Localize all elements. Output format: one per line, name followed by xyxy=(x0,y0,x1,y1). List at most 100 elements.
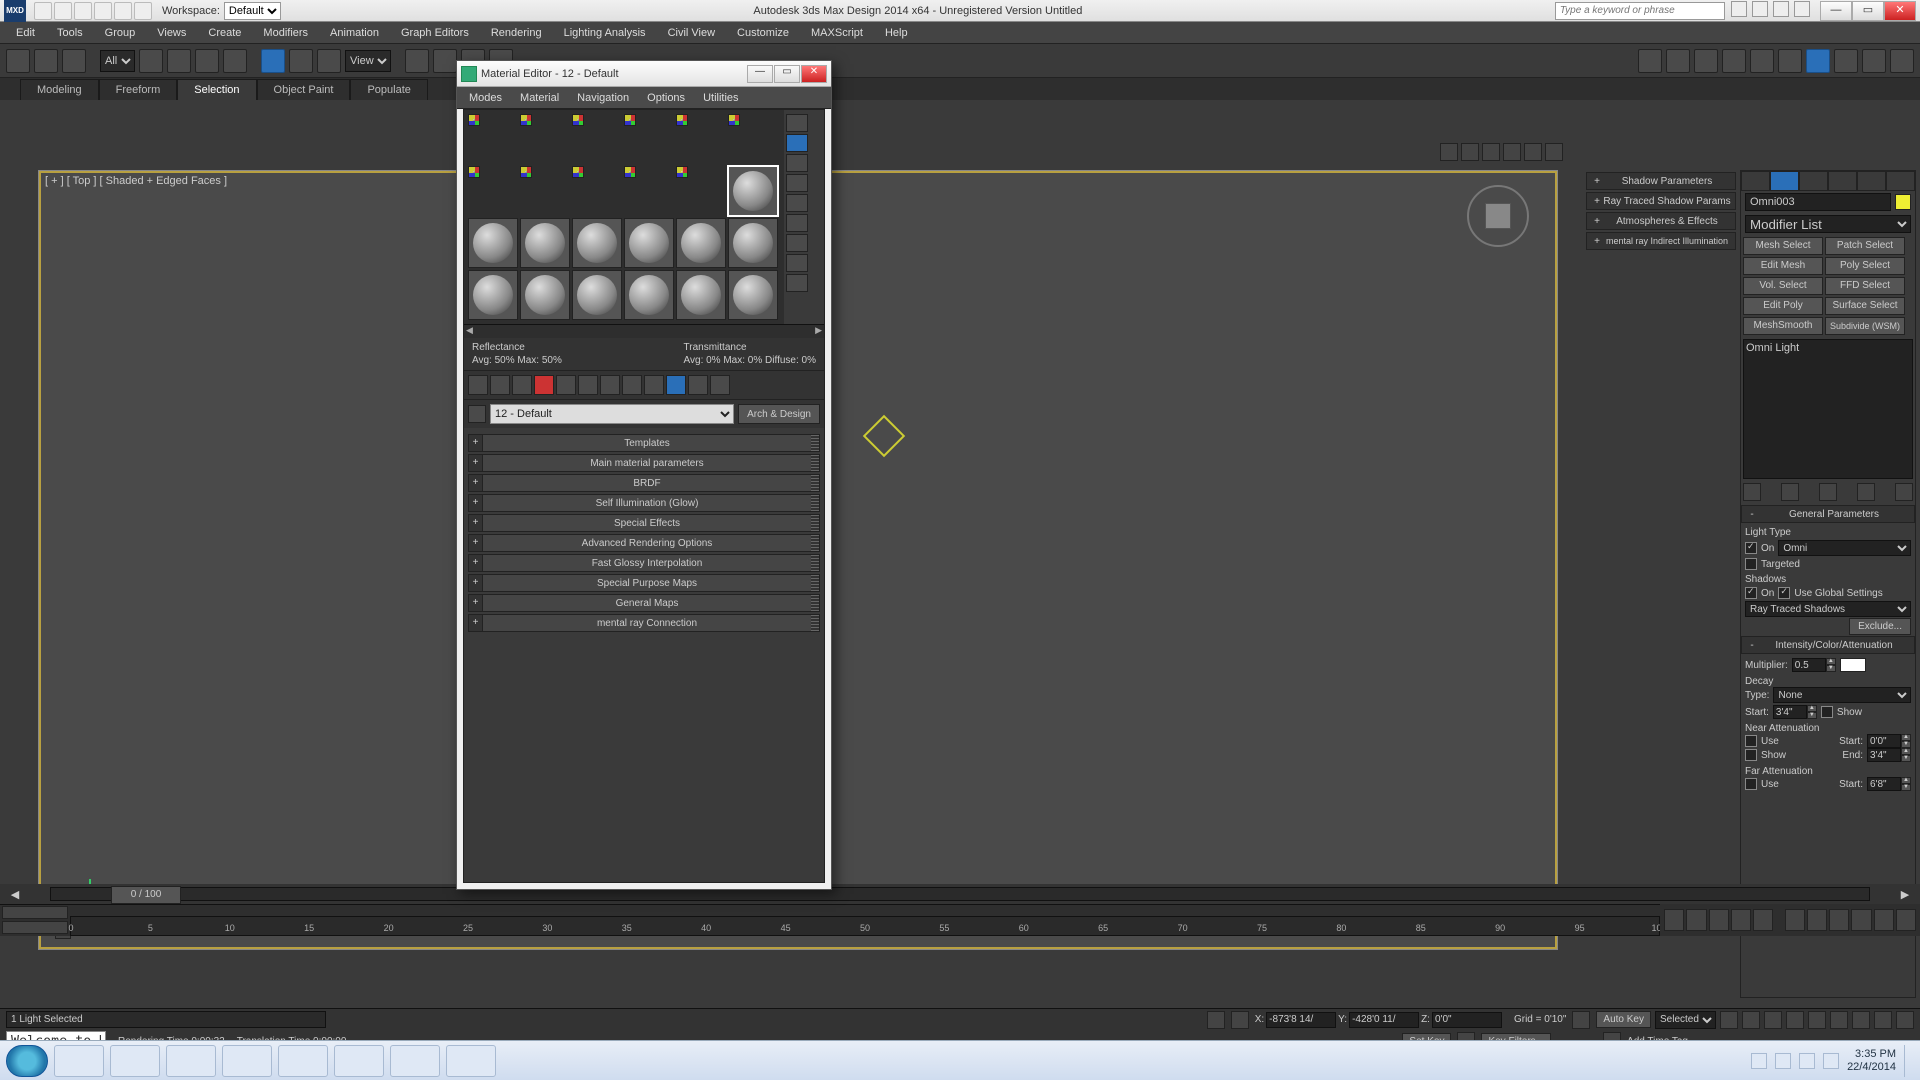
undo-icon[interactable] xyxy=(6,49,30,73)
vp-grid-icon[interactable] xyxy=(1524,143,1542,161)
expand-icon[interactable]: + xyxy=(469,495,483,511)
rollout-general-params[interactable]: -General Parameters xyxy=(1741,505,1915,523)
mat-slot-9[interactable] xyxy=(572,166,584,178)
autokey-button[interactable]: Auto Key xyxy=(1596,1011,1651,1028)
workspace-dropdown[interactable]: Default xyxy=(224,2,281,20)
light-type-dropdown[interactable]: Omni xyxy=(1778,540,1911,556)
link-icon[interactable] xyxy=(62,49,86,73)
mat-slot-4[interactable] xyxy=(624,114,636,126)
mat-slot-5[interactable] xyxy=(676,114,688,126)
rollout-intensity[interactable]: -Intensity/Color/Attenuation xyxy=(1741,636,1915,654)
nav-orbit-icon[interactable] xyxy=(1874,909,1894,931)
material-type-button[interactable]: Arch & Design xyxy=(738,404,820,424)
next-frame-icon[interactable] xyxy=(1731,909,1751,931)
make-copy-icon[interactable] xyxy=(556,375,576,395)
mod-vol-select[interactable]: Vol. Select xyxy=(1743,277,1823,295)
mod-subdivide[interactable]: Subdivide (WSM) xyxy=(1825,317,1905,335)
time-slider-track[interactable]: 0 / 100 xyxy=(50,887,1870,901)
menu-help[interactable]: Help xyxy=(875,25,918,41)
show-end-result-icon[interactable] xyxy=(666,375,686,395)
mat-slot-19[interactable] xyxy=(468,270,518,320)
shadows-on-checkbox[interactable] xyxy=(1745,587,1757,599)
remove-mod-icon[interactable] xyxy=(1857,483,1875,501)
menu-views[interactable]: Views xyxy=(147,25,196,41)
mat-slot-1[interactable] xyxy=(468,114,480,126)
help-search-input[interactable] xyxy=(1555,2,1725,20)
ref-coord-dropdown[interactable]: View xyxy=(345,50,391,72)
me-rollout-main-material-parameters[interactable]: +Main material parameters xyxy=(468,454,820,472)
me-menu-utilities[interactable]: Utilities xyxy=(695,90,746,106)
pick-material-icon[interactable] xyxy=(468,405,486,423)
rollout-raytraced-shadow[interactable]: +Ray Traced Shadow Params xyxy=(1586,192,1736,210)
me-rollout-special-effects[interactable]: +Special Effects xyxy=(468,514,820,532)
mirror-icon[interactable] xyxy=(1638,49,1662,73)
decay-start-spinner[interactable]: ▲▼ xyxy=(1773,705,1817,719)
favorite-icon[interactable] xyxy=(1773,1,1789,17)
taskbar-skype-icon[interactable] xyxy=(222,1045,272,1077)
play-prev-icon[interactable] xyxy=(1742,1011,1760,1029)
tab-selection[interactable]: Selection xyxy=(177,79,256,100)
qat-save-icon[interactable] xyxy=(74,2,92,20)
exchange-icon[interactable] xyxy=(1752,1,1768,17)
mat-slot-20[interactable] xyxy=(520,270,570,320)
light-on-checkbox[interactable] xyxy=(1745,542,1757,554)
schematic-icon[interactable] xyxy=(1750,49,1774,73)
material-name-dropdown[interactable]: 12 - Default xyxy=(490,404,734,424)
me-menu-navigation[interactable]: Navigation xyxy=(569,90,637,106)
tray-clock[interactable]: 3:35 PM 22/4/2014 xyxy=(1847,1048,1896,1074)
make-preview-icon[interactable] xyxy=(786,214,808,232)
minimize-button[interactable]: — xyxy=(1820,1,1852,21)
taskbar-3dsmax-icon[interactable] xyxy=(278,1045,328,1077)
menu-lighting-analysis[interactable]: Lighting Analysis xyxy=(554,25,656,41)
me-rollout-templates[interactable]: +Templates xyxy=(468,434,820,452)
menu-rendering[interactable]: Rendering xyxy=(481,25,552,41)
maximize-button[interactable]: ▭ xyxy=(1852,1,1884,21)
render-frame-icon[interactable] xyxy=(1834,49,1858,73)
mat-slot-3[interactable] xyxy=(572,114,584,126)
decay-type-dropdown[interactable]: None xyxy=(1773,687,1911,703)
tray-network-icon[interactable] xyxy=(1799,1053,1815,1069)
sample-uv-icon[interactable] xyxy=(786,174,808,192)
isolate-icon[interactable] xyxy=(1231,1011,1249,1029)
video-check-icon[interactable] xyxy=(786,194,808,212)
render-setup-icon[interactable] xyxy=(1806,49,1830,73)
rollout-atmospheres[interactable]: +Atmospheres & Effects xyxy=(1586,212,1736,230)
rollout-shadow-parameters[interactable]: +Shadow Parameters xyxy=(1586,172,1736,190)
taskbar-onenote-icon[interactable] xyxy=(334,1045,384,1077)
play-end-icon[interactable] xyxy=(1808,1011,1826,1029)
vp-nav4-icon[interactable] xyxy=(1896,1011,1914,1029)
play-icon[interactable] xyxy=(1709,909,1729,931)
shadow-type-dropdown[interactable]: Ray Traced Shadows xyxy=(1745,601,1911,617)
reset-map-icon[interactable] xyxy=(534,375,554,395)
nav-pan-icon[interactable] xyxy=(1785,909,1805,931)
play-start-icon[interactable] xyxy=(1720,1011,1738,1029)
window-crossing-icon[interactable] xyxy=(223,49,247,73)
me-rollout-fast-glossy-interpolation[interactable]: +Fast Glossy Interpolation xyxy=(468,554,820,572)
mod-surface-select[interactable]: Surface Select xyxy=(1825,297,1905,315)
mat-slot-24[interactable] xyxy=(728,270,778,320)
expand-icon[interactable]: + xyxy=(469,615,483,631)
vp-nav1-icon[interactable] xyxy=(1830,1011,1848,1029)
nav-zoom-all-icon[interactable] xyxy=(1829,909,1849,931)
key-mode-icon[interactable] xyxy=(2,921,68,934)
mat-map-nav-icon[interactable] xyxy=(786,274,808,292)
mat-slot-11[interactable] xyxy=(676,166,688,178)
mod-ffd-select[interactable]: FFD Select xyxy=(1825,277,1905,295)
subscription-icon[interactable] xyxy=(1731,1,1747,17)
viewport-label[interactable]: [ + ] [ Top ] [ Shaded + Edged Faces ] xyxy=(45,175,227,187)
me-rollout-advanced-rendering-options[interactable]: +Advanced Rendering Options xyxy=(468,534,820,552)
tray-volume-icon[interactable] xyxy=(1823,1053,1839,1069)
angle-snap-icon[interactable] xyxy=(433,49,457,73)
unique-icon[interactable] xyxy=(1819,483,1837,501)
tab-display-icon[interactable] xyxy=(1857,171,1886,191)
me-maximize-button[interactable]: ▭ xyxy=(774,65,800,83)
expand-icon[interactable]: + xyxy=(469,515,483,531)
teapot-icon[interactable] xyxy=(1890,49,1914,73)
expand-icon[interactable]: + xyxy=(469,435,483,451)
object-name-field[interactable]: Omni003 xyxy=(1745,193,1891,211)
far-start-spinner[interactable]: ▲▼ xyxy=(1867,777,1911,791)
decay-show-checkbox[interactable] xyxy=(1821,706,1833,718)
material-editor-window[interactable]: Material Editor - 12 - Default — ▭ ✕ Mod… xyxy=(456,60,832,890)
play-play-icon[interactable] xyxy=(1764,1011,1782,1029)
mat-slot-22[interactable] xyxy=(624,270,674,320)
